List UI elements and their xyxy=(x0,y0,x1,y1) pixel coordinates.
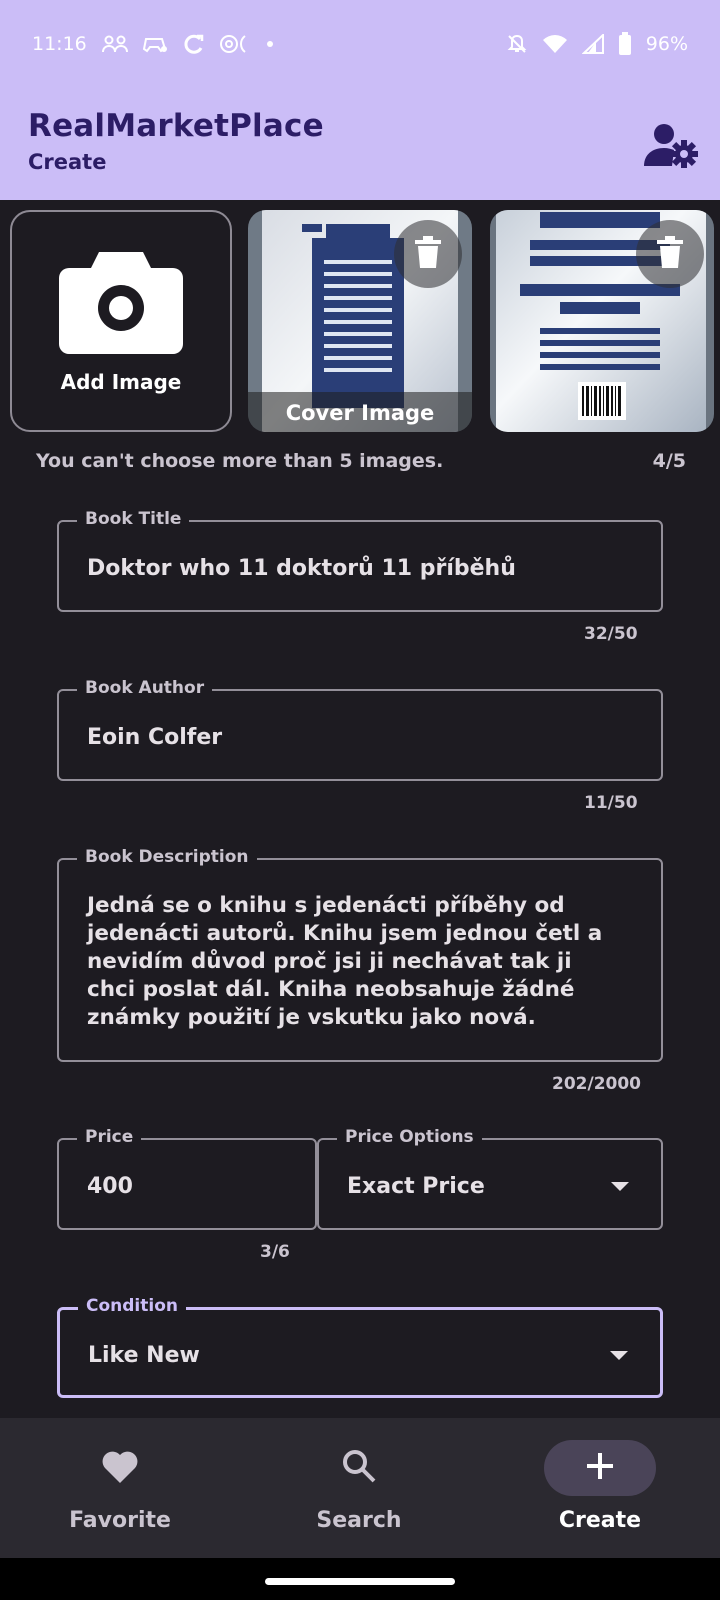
cover-photo-thumbnail[interactable]: Cover Image xyxy=(248,210,472,432)
plus-icon xyxy=(585,1451,615,1485)
condition-value: Like New xyxy=(88,1343,200,1368)
heart-icon xyxy=(101,1449,139,1487)
book-description-value: Jedná se o knihu s jedenácti příběhy od … xyxy=(87,893,603,1030)
book-title-label: Book Title xyxy=(77,509,190,529)
more-notifications-dot-icon xyxy=(265,39,275,49)
app-title: RealMarketPlace xyxy=(28,108,324,144)
camera-icon xyxy=(59,248,183,362)
add-image-button[interactable]: Add Image xyxy=(10,210,232,432)
book-description-label: Book Description xyxy=(77,847,257,867)
photo-thumbnail[interactable] xyxy=(490,210,714,432)
book-description-field[interactable]: Book Description Jedná se o knihu s jede… xyxy=(57,847,663,1062)
book-title-counter: 32/50 xyxy=(584,624,638,644)
battery-icon xyxy=(618,32,632,56)
mute-icon xyxy=(506,33,528,55)
game-notification-icon xyxy=(142,33,169,55)
price-field[interactable]: Price 400 xyxy=(57,1127,317,1230)
book-title-field[interactable]: Book Title Doktor who 11 doktorů 11 příb… xyxy=(57,509,663,612)
book-author-value: Eoin Colfer xyxy=(87,725,223,750)
delete-image-button[interactable] xyxy=(636,220,704,288)
nav-item-search[interactable]: Search xyxy=(259,1418,459,1558)
battery-percent: 96% xyxy=(645,33,688,55)
at-notification-icon xyxy=(219,33,251,55)
home-gesture-handle[interactable] xyxy=(265,1578,455,1585)
system-gesture-bar xyxy=(0,1558,720,1600)
trash-icon xyxy=(415,236,441,272)
condition-dropdown[interactable]: Condition Like New xyxy=(57,1296,663,1398)
manage-accounts-icon[interactable] xyxy=(644,118,700,174)
wifi-icon xyxy=(542,34,568,54)
price-options-value: Exact Price xyxy=(347,1174,485,1199)
price-value: 400 xyxy=(87,1174,133,1199)
trash-icon xyxy=(657,236,683,272)
cover-image-caption: Cover Image xyxy=(248,392,472,432)
page-subtitle: Create xyxy=(28,150,107,174)
image-count: 4/5 xyxy=(652,450,686,472)
nav-item-favorite[interactable]: Favorite xyxy=(20,1418,220,1558)
price-options-dropdown[interactable]: Price Options Exact Price xyxy=(317,1127,663,1230)
book-author-field[interactable]: Book Author Eoin Colfer xyxy=(57,678,663,781)
book-title-value: Doktor who 11 doktorů 11 příběhů xyxy=(87,556,516,581)
price-counter: 3/6 xyxy=(260,1242,290,1262)
group-notification-icon xyxy=(101,34,129,54)
nav-label-create: Create xyxy=(558,1508,642,1533)
nav-label-favorite: Favorite xyxy=(69,1508,171,1533)
image-limit-row: You can't choose more than 5 images. 4/5 xyxy=(36,450,686,472)
cell-signal-icon xyxy=(581,34,604,54)
app-bar: RealMarketPlace Create xyxy=(28,108,324,174)
image-picker-row: Add Image Cover Image xyxy=(8,208,720,432)
price-options-label: Price Options xyxy=(337,1127,482,1147)
bottom-navigation: Favorite Search Create xyxy=(0,1418,720,1558)
delete-image-button[interactable] xyxy=(394,220,462,288)
dropdown-arrow-icon xyxy=(611,1182,629,1191)
image-limit-message: You can't choose more than 5 images. xyxy=(36,450,444,472)
book-description-counter: 202/2000 xyxy=(552,1074,642,1094)
nav-item-create[interactable]: Create xyxy=(500,1418,700,1558)
dropdown-arrow-icon xyxy=(610,1351,628,1360)
status-time: 11:16 xyxy=(32,33,87,55)
nav-label-search: Search xyxy=(316,1508,402,1533)
price-label: Price xyxy=(77,1127,142,1147)
condition-label: Condition xyxy=(78,1296,186,1316)
add-image-label: Add Image xyxy=(60,370,182,394)
book-author-label: Book Author xyxy=(77,678,213,698)
top-app-area: 11:16 96% RealMarketPlace Create xyxy=(0,0,720,200)
sync-notification-icon xyxy=(183,33,205,55)
search-icon xyxy=(342,1449,376,1487)
book-author-counter: 11/50 xyxy=(584,793,638,813)
status-bar: 11:16 96% xyxy=(0,0,720,88)
